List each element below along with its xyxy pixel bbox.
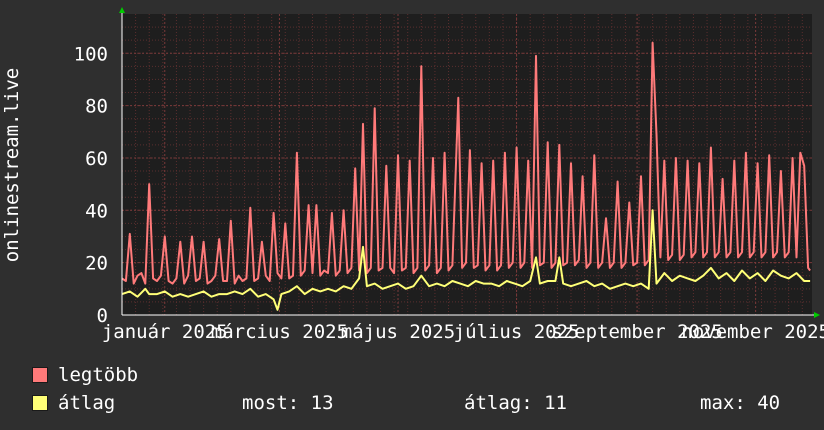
legend-label-max: legtöbb [58,364,139,386]
x-tick-label: január 2025 [102,321,228,343]
x-tick-label: november 2025 [681,321,824,343]
y-tick-label: 60 [85,148,108,170]
y-axis-arrow-icon [119,7,125,13]
legend-swatch-avg [32,395,48,411]
stat-maximum: max: 40 [700,392,781,414]
legend-label-avg: átlag [58,392,116,414]
line-chart: 020406080100január 2025március 2025május… [1,7,824,343]
legend-swatch-max [32,367,48,383]
y-tick-label: 40 [85,200,108,222]
stat-average: átlag: 11 [464,392,567,414]
y-tick-label: 100 [74,43,108,65]
x-tick-label: március 2025 [211,321,348,343]
legend-item-avg: átlag most: 13 átlag: 11 max: 40 [32,393,812,413]
y-tick-label: 20 [85,253,108,275]
y-tick-label: 80 [85,96,108,118]
graph-panel: 0 20 40 60 80 100 január 2025 március 2025 május… [0,0,824,430]
x-axis-arrow-icon [814,312,820,318]
stat-current: most: 13 [242,392,334,414]
x-tick-label: május 2025 [341,321,455,343]
y-axis-label: onlinestream.live [1,68,23,262]
